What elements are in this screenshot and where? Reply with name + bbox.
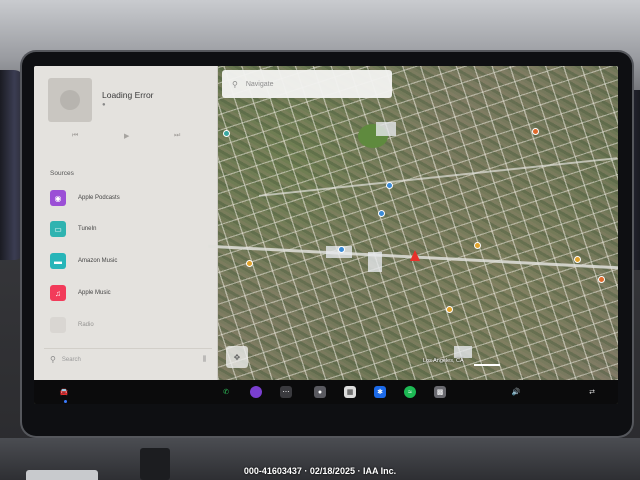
track-title: Loading Error <box>102 90 154 100</box>
navigate-input[interactable]: Navigate <box>246 81 274 88</box>
more-apps-icon[interactable]: ⋯ <box>280 386 292 398</box>
map-poi-icon[interactable] <box>378 210 385 217</box>
map-compass-icon[interactable]: ✥ <box>226 346 248 368</box>
swap-icon[interactable]: ⇄ <box>586 386 598 398</box>
source-label: Apple Podcasts <box>78 195 120 201</box>
media-search-input[interactable]: Search <box>62 357 203 363</box>
calendar-icon[interactable]: ▦ <box>344 386 356 398</box>
source-label: TuneIn <box>78 226 97 232</box>
satellite-map[interactable]: ⚲ Navigate Los Angeles, CA ✥ <box>208 66 618 380</box>
taskbar: 🚘 ✆ ⋯ ● ▦ ✱ ≈ ▩ 🔊 ⇄ <box>34 380 618 404</box>
bluetooth-icon[interactable]: ✱ <box>374 386 386 398</box>
map-building <box>368 252 382 272</box>
map-poi-icon[interactable] <box>338 246 345 253</box>
media-player-panel: Loading Error ● ⏮ ▶ ⏭ Sources ◉ Apple Po… <box>34 66 218 380</box>
album-art <box>48 78 92 122</box>
photo-caption: 000-41603437 · 02/18/2025 · IAA Inc. <box>243 466 397 476</box>
map-road <box>258 157 618 197</box>
map-building <box>376 122 396 136</box>
camera-icon[interactable]: ● <box>314 386 326 398</box>
map-poi-icon[interactable] <box>446 306 453 313</box>
play-icon[interactable]: ▶ <box>124 132 129 140</box>
map-poi-icon[interactable] <box>246 260 253 267</box>
amazon-music-icon: ▬ <box>50 253 66 269</box>
search-icon: ⚲ <box>50 355 56 364</box>
spotify-icon[interactable]: ≈ <box>404 386 416 398</box>
map-poi-icon[interactable] <box>574 256 581 263</box>
source-radio[interactable]: Radio <box>50 315 210 335</box>
map-poi-icon[interactable] <box>474 242 481 249</box>
previous-track-icon[interactable]: ⏮ <box>72 132 78 140</box>
source-apple-music[interactable]: ♫ Apple Music <box>50 283 210 303</box>
status-dot: ● <box>102 102 106 108</box>
sources-heading: Sources <box>50 170 74 177</box>
map-poi-icon[interactable] <box>386 182 393 189</box>
current-location-arrow-icon <box>410 250 420 261</box>
source-tunein[interactable]: ▭ TuneIn <box>50 219 210 239</box>
map-building <box>454 346 472 358</box>
navigate-search-bar[interactable]: ⚲ Navigate <box>222 70 392 98</box>
car-icon[interactable]: 🚘 <box>58 386 70 398</box>
source-label: Apple Music <box>78 290 111 296</box>
source-label: Radio <box>78 322 94 328</box>
map-city-label: Los Angeles, CA <box>423 358 464 364</box>
map-poi-icon[interactable] <box>598 276 605 283</box>
equalizer-icon[interactable]: ⫼ <box>203 356 206 364</box>
toybox-icon[interactable]: ▩ <box>434 386 446 398</box>
phone-icon[interactable]: ✆ <box>220 386 232 398</box>
podcasts-icon: ◉ <box>50 190 66 206</box>
map-scale-bar <box>474 364 500 366</box>
radio-icon <box>50 317 66 333</box>
apple-music-icon: ♫ <box>50 285 66 301</box>
podcasts-app-icon[interactable] <box>250 386 262 398</box>
source-apple-podcasts[interactable]: ◉ Apple Podcasts <box>50 188 210 208</box>
dashboard-left-panel <box>0 70 24 260</box>
active-indicator <box>64 400 67 403</box>
touchscreen: Loading Error ● ⏮ ▶ ⏭ Sources ◉ Apple Po… <box>34 66 618 404</box>
tunein-icon: ▭ <box>50 221 66 237</box>
disc-icon <box>60 90 80 110</box>
map-poi-icon[interactable] <box>532 128 539 135</box>
next-track-icon[interactable]: ⏭ <box>174 132 180 140</box>
search-icon: ⚲ <box>232 79 238 89</box>
source-label: Amazon Music <box>78 258 118 264</box>
map-poi-icon[interactable] <box>223 130 230 137</box>
media-search-row[interactable]: ⚲ Search ⫼ <box>44 348 212 370</box>
source-amazon-music[interactable]: ▬ Amazon Music <box>50 251 210 271</box>
volume-icon[interactable]: 🔊 <box>510 386 522 398</box>
